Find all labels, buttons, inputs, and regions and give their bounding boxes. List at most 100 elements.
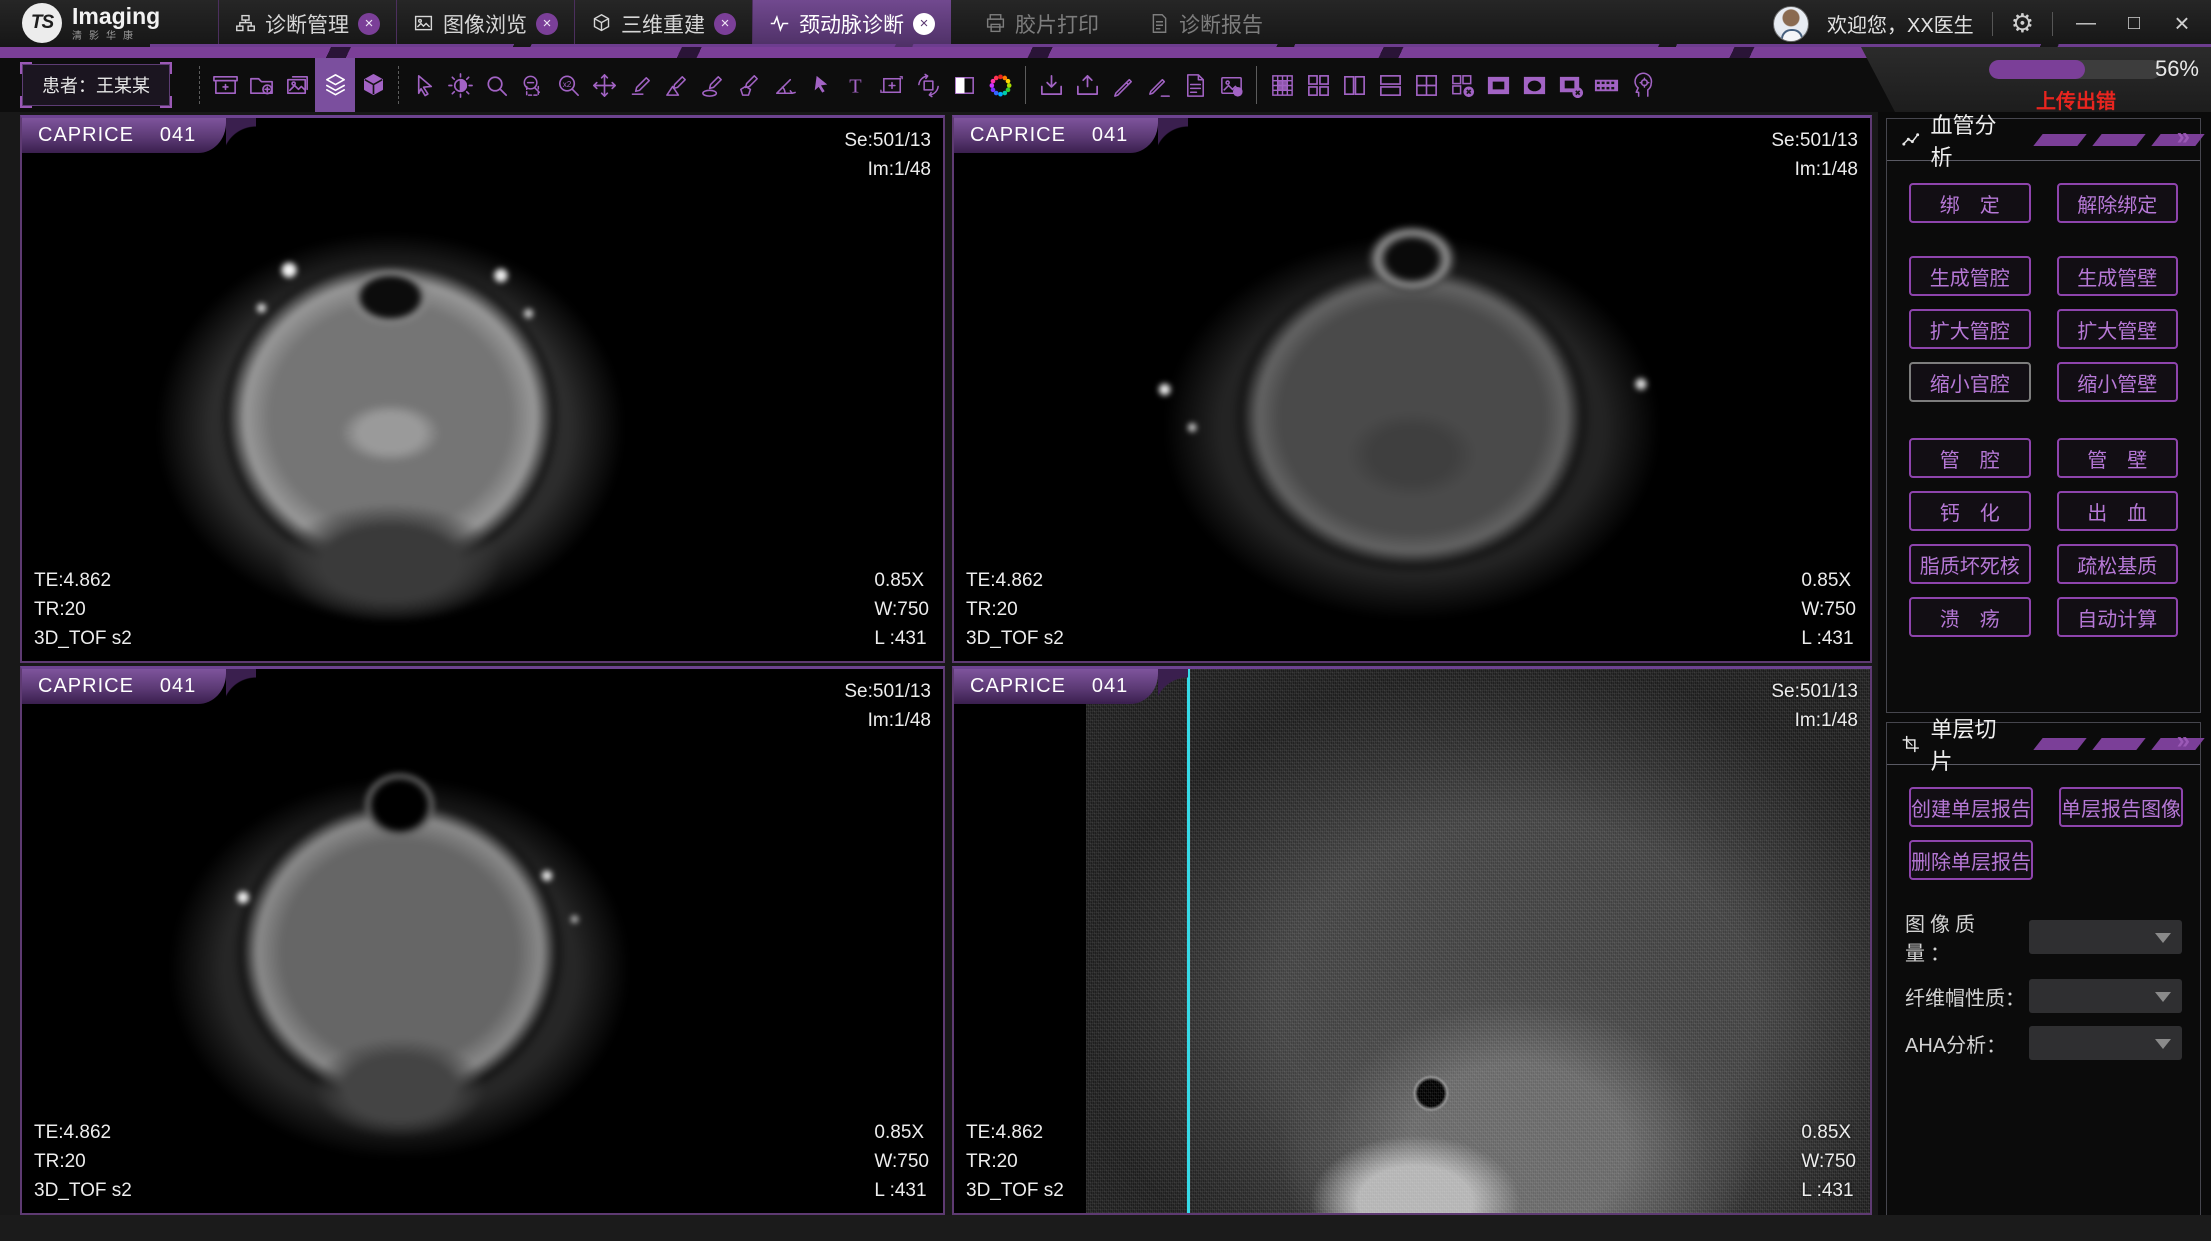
tab-close-icon[interactable]: × bbox=[714, 13, 736, 35]
ulcer-button[interactable]: 溃 疡 bbox=[1909, 597, 2031, 637]
tool-report-add[interactable] bbox=[1177, 58, 1213, 112]
tab-3d-reconstruction[interactable]: 三维重建 × bbox=[574, 0, 753, 47]
tool-zoom-2x[interactable]: x2 bbox=[550, 58, 586, 112]
lipid-necrotic-core-button[interactable]: 脂质坏死核 bbox=[1909, 544, 2031, 584]
tool-angle[interactable] bbox=[766, 58, 802, 112]
viewport-bottom-left[interactable]: CAPRICE041 Se:501/13Im:1/48 TE:4.862TR:2… bbox=[20, 666, 945, 1215]
tool-pan[interactable] bbox=[586, 58, 622, 112]
mri-image[interactable] bbox=[1086, 669, 1870, 1213]
tool-layers[interactable] bbox=[315, 58, 355, 112]
calcification-button[interactable]: 钙 化 bbox=[1909, 491, 2031, 531]
tool-image-export[interactable] bbox=[1213, 58, 1249, 112]
tool-split-horizontal[interactable] bbox=[1372, 58, 1408, 112]
tab-carotid-diagnosis[interactable]: 颈动脉诊断 × bbox=[753, 0, 951, 47]
tool-rotate-view[interactable] bbox=[910, 58, 946, 112]
tool-pen[interactable] bbox=[1105, 58, 1141, 112]
tab-close-icon[interactable]: × bbox=[913, 13, 935, 35]
generate-wall-button[interactable]: 生成管壁 bbox=[2057, 256, 2179, 296]
tool-window-2x2[interactable] bbox=[1408, 58, 1444, 112]
generate-lumen-button[interactable]: 生成管腔 bbox=[1909, 256, 2031, 296]
shrink-wall-button[interactable]: 缩小管壁 bbox=[2057, 362, 2179, 402]
tool-measure-line[interactable] bbox=[622, 58, 658, 112]
tab-label: 胶片打印 bbox=[1015, 9, 1099, 39]
tool-zoom[interactable] bbox=[478, 58, 514, 112]
tool-rect-close[interactable] bbox=[1552, 58, 1588, 112]
tool-grid-2x2[interactable] bbox=[1300, 58, 1336, 112]
window-2x2-icon bbox=[1413, 72, 1440, 99]
expand-lumen-button[interactable]: 扩大管腔 bbox=[1909, 309, 2031, 349]
viewport-bottom-right[interactable]: CAPRICE041 Se:501/13Im:1/48 TE:4.862TR:2… bbox=[952, 666, 1872, 1215]
tab-close-icon[interactable]: × bbox=[358, 13, 380, 35]
unbind-button[interactable]: 解除绑定 bbox=[2057, 183, 2179, 223]
window-close-button[interactable]: × bbox=[2167, 8, 2197, 39]
tool-cube-3d[interactable] bbox=[355, 58, 391, 112]
aha-analysis-select[interactable] bbox=[2029, 1026, 2182, 1060]
tool-rect-add[interactable] bbox=[874, 58, 910, 112]
app-logo: TS Imaging 清影华康 bbox=[22, 3, 160, 43]
tool-split-vertical[interactable] bbox=[1336, 58, 1372, 112]
tool-grid-close[interactable] bbox=[1444, 58, 1480, 112]
tool-ai-analysis[interactable] bbox=[1624, 58, 1660, 112]
tool-measure-polygon[interactable] bbox=[730, 58, 766, 112]
tool-pointer[interactable] bbox=[802, 58, 838, 112]
slice-panel-collapse-button[interactable]: » bbox=[2177, 727, 2190, 755]
tool-invert-bw[interactable] bbox=[946, 58, 982, 112]
hemorrhage-button[interactable]: 出 血 bbox=[2057, 491, 2179, 531]
corner-bracket bbox=[160, 96, 172, 108]
tool-filmstrip[interactable] bbox=[1588, 58, 1624, 112]
acquisition-overlay: TE:4.862TR:203D_TOF s2 bbox=[34, 566, 132, 653]
archive-add-icon bbox=[212, 72, 239, 99]
wall-button[interactable]: 管 壁 bbox=[2057, 438, 2179, 478]
lumen-button[interactable]: 管 腔 bbox=[1909, 438, 2031, 478]
cube-3d-icon bbox=[360, 72, 387, 99]
create-slice-report-button[interactable]: 创建单层报告 bbox=[1909, 787, 2033, 827]
tool-color-palette[interactable] bbox=[982, 58, 1018, 112]
upload-error-text[interactable]: 上传出错 bbox=[1971, 85, 2181, 114]
zoom-2x-icon: x2 bbox=[555, 72, 582, 99]
shrink-lumen-button[interactable]: 缩小官腔 bbox=[1909, 362, 2031, 402]
tool-text[interactable]: T bbox=[838, 58, 874, 112]
tool-pen-baseline[interactable] bbox=[1141, 58, 1177, 112]
tab-close-icon[interactable]: × bbox=[536, 13, 558, 35]
window-maximize-button[interactable]: □ bbox=[2119, 12, 2149, 35]
tool-brightness-contrast[interactable] bbox=[442, 58, 478, 112]
delete-slice-report-button[interactable]: 删除单层报告 bbox=[1909, 840, 2033, 880]
tool-cursor[interactable] bbox=[406, 58, 442, 112]
tool-folder-add[interactable] bbox=[243, 58, 279, 112]
tool-download[interactable] bbox=[1033, 58, 1069, 112]
viewport-top-right[interactable]: CAPRICE041 Se:501/13Im:1/48 TE:4.862TR:2… bbox=[952, 115, 1872, 663]
tool-zoom-region[interactable] bbox=[514, 58, 550, 112]
expand-wall-button[interactable]: 扩大管壁 bbox=[2057, 309, 2179, 349]
bind-button[interactable]: 绑 定 bbox=[1909, 183, 2031, 223]
tab-film-print[interactable]: 胶片打印 bbox=[969, 0, 1115, 47]
settings-gear-icon[interactable]: ⚙ bbox=[2011, 8, 2034, 39]
tool-image-browser[interactable] bbox=[279, 58, 315, 112]
tool-measure-angle[interactable] bbox=[658, 58, 694, 112]
auto-calculate-button[interactable]: 自动计算 bbox=[2057, 597, 2179, 637]
mri-image[interactable] bbox=[22, 669, 943, 1213]
acquisition-overlay: TE:4.862TR:203D_TOF s2 bbox=[34, 1118, 132, 1205]
tool-measure-ellipse[interactable] bbox=[694, 58, 730, 112]
viewport-top-left[interactable]: CAPRICE041 Se:501/13Im:1/48 TE:4.862TR:2… bbox=[20, 115, 945, 663]
vessel-panel-collapse-button[interactable]: » bbox=[2177, 123, 2190, 151]
mri-image[interactable] bbox=[22, 118, 943, 661]
reference-line-vertical[interactable] bbox=[1187, 669, 1190, 1213]
tool-archive-add[interactable] bbox=[207, 58, 243, 112]
tool-grid-full[interactable] bbox=[1264, 58, 1300, 112]
image-quality-select[interactable] bbox=[2029, 920, 2182, 954]
loose-matrix-button[interactable]: 疏松基质 bbox=[2057, 544, 2179, 584]
tool-ellipse-overlay[interactable] bbox=[1516, 58, 1552, 112]
tool-upload[interactable] bbox=[1069, 58, 1105, 112]
tool-rect-overlay[interactable] bbox=[1480, 58, 1516, 112]
user-avatar[interactable] bbox=[1773, 6, 1809, 42]
fibrous-cap-select[interactable] bbox=[2029, 979, 2182, 1013]
welcome-text: 欢迎您，XX医生 bbox=[1827, 9, 1974, 38]
mri-image[interactable] bbox=[954, 118, 1870, 661]
cube-icon bbox=[591, 13, 612, 34]
window-minimize-button[interactable]: — bbox=[2071, 12, 2101, 35]
tab-diagnosis-report[interactable]: 诊断报告 bbox=[1133, 0, 1279, 47]
tab-diagnosis-management[interactable]: 诊断管理 × bbox=[218, 0, 396, 47]
tab-image-browse[interactable]: 图像浏览 × bbox=[396, 0, 574, 47]
upload-progress-panel: 56% 上传出错 bbox=[1861, 47, 2211, 112]
slice-report-image-button[interactable]: 单层报告图像 bbox=[2059, 787, 2183, 827]
